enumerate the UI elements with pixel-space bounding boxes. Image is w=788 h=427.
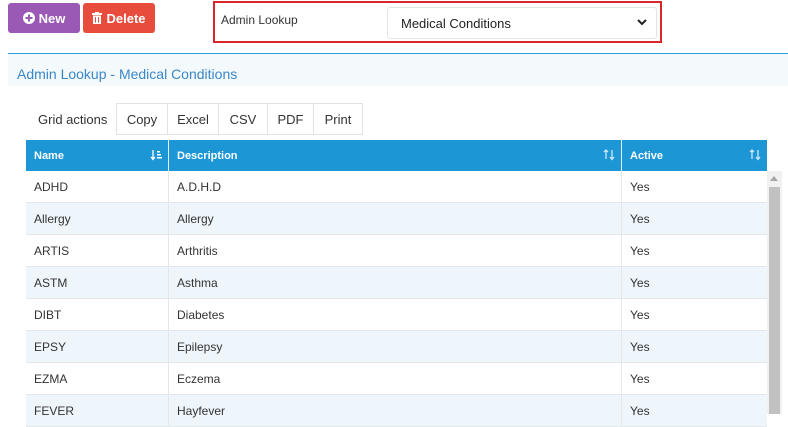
table-row[interactable]: ARTIS Arthritis Yes (26, 235, 767, 267)
cell-active: Yes (630, 276, 650, 290)
chevron-down-icon (636, 16, 648, 28)
table-row[interactable]: Allergy Allergy Yes (26, 203, 767, 235)
cell-name: ADHD (26, 171, 169, 203)
delete-button-label: Delete (106, 10, 146, 26)
cell-name: DIBT (26, 299, 169, 331)
sort-icon (603, 149, 615, 164)
table-row[interactable]: DIBT Diabetes Yes (26, 299, 767, 331)
table-row[interactable]: ASTM Asthma Yes (26, 267, 767, 299)
cell-description: Eczema (169, 363, 622, 395)
cell-name: ASTM (26, 267, 169, 299)
column-header-active[interactable]: Active (622, 140, 767, 171)
cell-active: Yes (630, 340, 650, 354)
cell-name: EZMA (26, 363, 169, 395)
plus-circle-icon (22, 12, 35, 24)
cell-description: A.D.H.D (169, 171, 622, 203)
scroll-up-arrow-icon[interactable] (770, 176, 778, 181)
excel-button[interactable]: Excel (168, 103, 219, 135)
csv-button[interactable]: CSV (219, 103, 268, 135)
table-header: Name Description Active (26, 140, 767, 171)
new-button[interactable]: New (8, 3, 80, 33)
table-scrollbar[interactable] (767, 171, 782, 414)
cell-name: FEVER (26, 395, 169, 427)
table-row[interactable]: FEVER Hayfever Yes (26, 395, 767, 427)
cell-description: Hayfever (169, 395, 622, 427)
cell-description: Arthritis (169, 235, 622, 267)
admin-lookup-label: Admin Lookup (221, 13, 298, 27)
cell-active: Yes (630, 372, 650, 386)
cell-name: Allergy (26, 203, 169, 235)
cell-description: Asthma (169, 267, 622, 299)
cell-active: Yes (630, 212, 650, 226)
cell-description: Allergy (169, 203, 622, 235)
print-button[interactable]: Print (314, 103, 363, 135)
top-toolbar: New Delete Admin Lookup Medical Conditio… (0, 0, 788, 52)
column-header-description-label: Description (177, 149, 238, 162)
new-button-label: New (38, 10, 66, 26)
admin-lookup-group: Admin Lookup Medical Conditions (213, 1, 662, 43)
column-header-active-label: Active (630, 149, 664, 162)
column-header-name-label: Name (34, 149, 64, 162)
panel-title: Admin Lookup - Medical Conditions (17, 66, 238, 82)
table-row[interactable]: ADHD A.D.H.D Yes (26, 171, 767, 203)
column-header-description[interactable]: Description (169, 140, 622, 171)
trash-icon (92, 12, 103, 24)
cell-name: ARTIS (26, 235, 169, 267)
cell-name: EPSY (26, 331, 169, 363)
sort-alpha-icon (150, 149, 162, 164)
table-row[interactable]: EZMA Eczema Yes (26, 363, 767, 395)
admin-lookup-select[interactable]: Medical Conditions (387, 7, 657, 39)
cell-active: Yes (630, 244, 650, 258)
cell-active: Yes (630, 308, 650, 322)
grid-actions-label: Grid actions (38, 111, 108, 127)
pdf-button[interactable]: PDF (268, 103, 314, 135)
cell-active: Yes (630, 404, 650, 418)
cell-description: Epilepsy (169, 331, 622, 363)
admin-lookup-selected-value: Medical Conditions (401, 15, 511, 31)
grid-actions: Grid actions Copy Excel CSV PDF Print (26, 103, 363, 135)
cell-description: Diabetes (169, 299, 622, 331)
delete-button[interactable]: Delete (83, 3, 155, 33)
scroll-thumb[interactable] (769, 187, 780, 414)
cell-active: Yes (630, 180, 650, 194)
copy-button[interactable]: Copy (116, 103, 168, 135)
sort-icon (749, 149, 761, 164)
table-row[interactable]: EPSY Epilepsy Yes (26, 331, 767, 363)
column-header-name[interactable]: Name (26, 140, 169, 171)
